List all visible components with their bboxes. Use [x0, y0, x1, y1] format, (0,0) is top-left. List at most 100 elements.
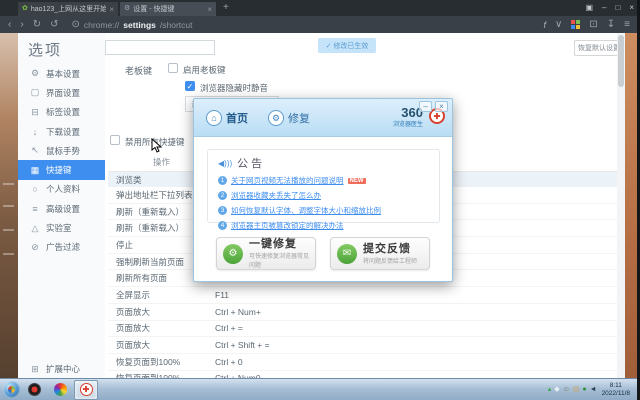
- gear-icon: ⚙: [30, 68, 40, 79]
- shortcut-value[interactable]: Ctrl + Shift + =: [215, 340, 270, 350]
- speaker-icon: ◀))): [218, 158, 233, 168]
- tray-icon[interactable]: ◆: [554, 386, 559, 394]
- tray-icon[interactable]: ▴: [548, 386, 552, 394]
- dialog-tab-label: 首页: [226, 113, 248, 125]
- sidebar-item-tabs[interactable]: ⊟ 标签设置: [18, 103, 105, 122]
- sidebar-item-mouse-gesture[interactable]: ↖ 鼠标手势: [18, 141, 105, 160]
- sidebar-item-advanced[interactable]: ≡ 高级设置: [18, 199, 105, 218]
- hao123-favicon-icon: ✿: [22, 5, 28, 12]
- announcement-link[interactable]: 1 关于网页视频无法播放的问题说明 NEW: [218, 175, 429, 186]
- disable-all-shortcuts-checkbox[interactable]: [110, 135, 120, 145]
- dialog-close-button[interactable]: ×: [435, 101, 448, 112]
- action-name: 恢复页面到100%: [116, 356, 181, 367]
- screenshot-icon[interactable]: ⊡: [589, 17, 597, 33]
- minimize-button[interactable]: –: [602, 2, 606, 14]
- sidebar-item-label: 标签设置: [46, 107, 81, 118]
- table-row[interactable]: 恢复页面到100%Ctrl + Num0: [108, 371, 618, 378]
- tab-settings[interactable]: ⚙ 设置 - 快捷键 ×: [120, 2, 216, 16]
- table-row[interactable]: 页面放大 Ctrl + Shift + =: [108, 337, 618, 354]
- dialog-tabs: ⌂ 首页 ⚙ 修复: [206, 110, 310, 126]
- table-row[interactable]: 页面放大 Ctrl + Num+: [108, 304, 618, 321]
- sidebar-item-interface[interactable]: ▢ 界面设置: [18, 83, 105, 102]
- announcement-link[interactable]: 4 浏览器主页被篡改锁定的解决办法: [218, 220, 429, 231]
- sidebar-menu: ⚙ 基本设置 ▢ 界面设置 ⊟ 标签设置 ↓ 下载设置 ↖ 鼠标手势 ▦ 快捷键 ○ 个人资料…: [18, 64, 105, 257]
- keyboard-icon: ▦: [30, 164, 40, 175]
- taskbar-app-recorder[interactable]: [22, 380, 46, 400]
- home-icon: ⌂: [206, 110, 222, 126]
- sidebar-item-shortcuts[interactable]: ▦ 快捷键: [18, 160, 105, 180]
- close-button[interactable]: ×: [629, 2, 634, 14]
- check-icon: ✓: [325, 42, 332, 50]
- feedback-button-subtitle: 将问题反馈给工程师: [363, 258, 418, 265]
- announcement-panel: ◀))) 公告 1 关于网页视频无法播放的问题说明 NEW 2 浏览器收藏夹丢失…: [207, 149, 440, 230]
- refresh-button[interactable]: ↻: [33, 17, 41, 33]
- maximize-button[interactable]: □: [615, 2, 620, 14]
- tab-title: 设置 - 快捷键: [133, 6, 175, 13]
- wrench-icon: ⚙: [223, 243, 243, 264]
- announcement-link-text[interactable]: 如何恢复默认字体、调整字体大小和缩放比例: [231, 205, 381, 216]
- scrollbar-thumb[interactable]: [618, 35, 624, 87]
- tray-icon[interactable]: ◄: [590, 386, 597, 394]
- tray-icon[interactable]: ☺: [563, 386, 570, 394]
- download-icon[interactable]: ↧: [607, 17, 615, 33]
- shortcut-value[interactable]: Ctrl + =: [215, 323, 243, 333]
- back-button[interactable]: ‹: [8, 17, 11, 33]
- sliders-icon: ≡: [32, 203, 38, 214]
- dialog-tab-home[interactable]: ⌂ 首页: [206, 110, 248, 126]
- table-row[interactable]: 全屏显示 F11: [108, 287, 618, 304]
- settings-search-input[interactable]: [105, 40, 215, 55]
- tab-icon: ⊟: [31, 106, 39, 117]
- shortcut-value[interactable]: Ctrl + 0: [215, 357, 243, 367]
- block-icon: ⊘: [31, 241, 39, 252]
- taskbar-app-doctor[interactable]: ✚: [74, 379, 98, 400]
- chat-icon: ✉: [337, 243, 357, 264]
- cursor-icon: ↖: [31, 145, 39, 156]
- sidebar-item-basic[interactable]: ⚙ 基本设置: [18, 64, 105, 83]
- extension-icon[interactable]: f: [544, 20, 547, 30]
- tab-preview-icon[interactable]: ▣: [585, 2, 593, 14]
- apps-grid-icon[interactable]: [571, 20, 581, 29]
- restore-session-button[interactable]: ↺: [50, 17, 58, 33]
- submit-feedback-button[interactable]: ✉ 提交反馈 将问题反馈给工程师: [330, 237, 430, 270]
- sidebar-item-label: 快捷键: [46, 165, 72, 176]
- sidebar-item-extensions[interactable]: ⊞ 扩展中心: [18, 363, 105, 375]
- page-scrollbar[interactable]: [617, 33, 625, 378]
- chevron-down-icon[interactable]: ∨: [555, 17, 562, 33]
- tray-icon[interactable]: ●: [582, 386, 586, 394]
- announcement-link[interactable]: 2 浏览器收藏夹丢失了怎么办: [218, 190, 429, 201]
- sidebar-item-download[interactable]: ↓ 下载设置: [18, 122, 105, 141]
- announcement-link-text[interactable]: 浏览器收藏夹丢失了怎么办: [231, 190, 321, 201]
- new-tab-button[interactable]: +: [223, 2, 229, 13]
- start-button[interactable]: [3, 381, 20, 398]
- sidebar-item-label: 下载设置: [46, 126, 81, 137]
- announcement-link-text[interactable]: 关于网页视频无法播放的问题说明: [231, 175, 344, 186]
- sidebar-item-lab[interactable]: △ 实验室: [18, 218, 105, 237]
- shortcut-value[interactable]: Ctrl + Num+: [215, 307, 261, 317]
- tab-close-icon[interactable]: ×: [109, 5, 114, 14]
- dialog-minimize-button[interactable]: –: [419, 101, 432, 112]
- table-row[interactable]: 页面放大 Ctrl + =: [108, 321, 618, 338]
- announcement-link[interactable]: 3 如何恢复默认字体、调整字体大小和缩放比例: [218, 205, 429, 216]
- tab-close-icon[interactable]: ×: [207, 5, 212, 14]
- boss-key-label: 老板键: [125, 66, 153, 76]
- enable-boss-key-checkbox[interactable]: [168, 63, 178, 73]
- clock-date: 2022/11/8: [601, 389, 630, 397]
- taskbar-app-browser[interactable]: [48, 380, 72, 400]
- one-click-repair-button[interactable]: ⚙ 一键修复 可快速修复浏览器常见问题: [216, 237, 316, 270]
- taskbar-clock[interactable]: 8:11 2022/11/8: [602, 382, 630, 397]
- mute-when-hidden-checkbox[interactable]: ✓: [185, 81, 195, 91]
- shortcut-value[interactable]: F11: [215, 290, 229, 300]
- address-bar[interactable]: ⊙ chrome://settings/shortcut: [71, 17, 192, 33]
- number-badge: 3: [218, 206, 227, 215]
- table-row[interactable]: 恢复页面到100% Ctrl + 0: [108, 354, 618, 371]
- tray-icon[interactable]: ▤: [573, 386, 580, 394]
- site-info-icon[interactable]: ⊙: [71, 17, 79, 33]
- dialog-tab-repair[interactable]: ⚙ 修复: [268, 110, 310, 126]
- sidebar-item-profile[interactable]: ○ 个人资料: [18, 180, 105, 199]
- forward-button[interactable]: ›: [20, 17, 23, 33]
- tab-hao123[interactable]: ✿ hao123_上网从这里开始 ×: [18, 2, 118, 16]
- announcement-link-text[interactable]: 浏览器主页被篡改锁定的解决办法: [231, 220, 344, 231]
- enable-boss-key-label: 启用老板键: [183, 65, 226, 75]
- sidebar-item-adblock[interactable]: ⊘ 广告过滤: [18, 238, 105, 257]
- menu-icon[interactable]: ≡: [624, 17, 630, 33]
